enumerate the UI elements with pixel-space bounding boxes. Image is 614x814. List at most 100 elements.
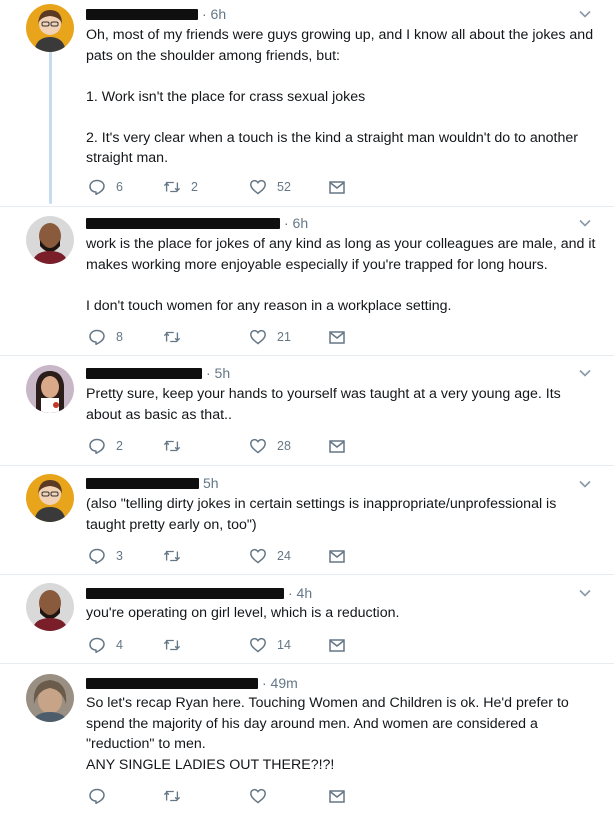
retweet-icon xyxy=(163,440,181,452)
tweet-actions xyxy=(86,786,506,806)
divider xyxy=(0,663,614,664)
like-count: 21 xyxy=(277,330,291,344)
heart-icon xyxy=(250,329,266,345)
reply-count: 4 xyxy=(116,638,123,652)
tweet-header: 5h xyxy=(86,474,219,492)
like-count: 14 xyxy=(277,638,291,652)
avatar[interactable] xyxy=(26,674,74,722)
like-button[interactable] xyxy=(249,786,277,806)
reply-count: 3 xyxy=(116,549,123,563)
reply-count: 6 xyxy=(116,180,123,194)
avatar[interactable] xyxy=(26,4,74,52)
tweet-text: So let's recap Ryan here. Touching Women… xyxy=(86,693,596,775)
tweet-paragraph: Pretty sure, keep your hands to yourself… xyxy=(86,386,565,423)
retweet-button[interactable] xyxy=(163,786,191,806)
tweet-text: (also "telling dirty jokes in certain se… xyxy=(86,494,596,535)
tweet-header: · 5h xyxy=(86,364,230,382)
retweet-button[interactable] xyxy=(163,546,191,566)
tweet-paragraph: Oh, most of my friends were guys growing… xyxy=(86,27,598,64)
direct-message-button[interactable] xyxy=(328,635,346,655)
retweet-count: 2 xyxy=(191,180,198,194)
divider xyxy=(0,206,614,207)
like-count: 28 xyxy=(277,439,291,453)
tweet-actions: 6 2 52 xyxy=(86,177,506,197)
retweet-button[interactable] xyxy=(163,436,191,456)
divider xyxy=(0,574,614,575)
avatar[interactable] xyxy=(26,583,74,631)
direct-message-button[interactable] xyxy=(328,436,346,456)
like-button[interactable]: 14 xyxy=(249,635,291,655)
reply-button[interactable]: 4 xyxy=(88,635,123,655)
retweet-icon xyxy=(163,639,181,651)
heart-icon xyxy=(250,788,266,804)
timestamp[interactable]: · 6h xyxy=(202,5,226,23)
reply-button[interactable]: 8 xyxy=(88,327,123,347)
conversation-thread: · 6h Oh, most of my friends were guys gr… xyxy=(0,0,614,814)
tweet-text: Oh, most of my friends were guys growing… xyxy=(86,25,596,169)
redacted-username xyxy=(86,587,284,599)
tweet-actions: 8 21 xyxy=(86,327,506,347)
heart-icon xyxy=(250,548,266,564)
avatar[interactable] xyxy=(26,216,74,264)
envelope-icon xyxy=(329,181,345,194)
tweet-paragraph: I don't touch women for any reason in a … xyxy=(86,297,452,314)
tweet-paragraph: So let's recap Ryan here. Touching Women… xyxy=(86,695,569,773)
like-button[interactable]: 21 xyxy=(249,327,291,347)
timestamp[interactable]: · 6h xyxy=(284,214,308,232)
envelope-icon xyxy=(329,639,345,652)
redacted-username xyxy=(86,677,258,689)
tweet-paragraph: work is the place for jokes of any kind … xyxy=(86,236,600,273)
redacted-username xyxy=(86,477,199,489)
chevron-down-icon[interactable] xyxy=(578,7,594,23)
heart-icon xyxy=(250,179,266,195)
envelope-icon xyxy=(329,550,345,563)
thread-connector-line xyxy=(49,46,52,204)
tweet-header: · 6h xyxy=(86,5,226,23)
retweet-icon xyxy=(163,331,181,343)
timestamp[interactable]: 5h xyxy=(203,474,219,492)
reply-icon xyxy=(89,788,105,805)
heart-icon xyxy=(250,438,266,454)
tweet-paragraph: 1. Work isn't the place for crass sexual… xyxy=(86,88,366,105)
envelope-icon xyxy=(329,440,345,453)
reply-icon xyxy=(89,548,105,565)
envelope-icon xyxy=(329,790,345,803)
tweet-paragraph: (also "telling dirty jokes in certain se… xyxy=(86,496,561,533)
avatar[interactable] xyxy=(26,365,74,413)
timestamp[interactable]: · 49m xyxy=(262,674,298,692)
chevron-down-icon[interactable] xyxy=(578,586,594,602)
direct-message-button[interactable] xyxy=(328,546,346,566)
timestamp[interactable]: · 4h xyxy=(288,584,312,602)
reply-count: 2 xyxy=(116,439,123,453)
tweet-actions: 3 24 xyxy=(86,546,506,566)
tweet-paragraph: you're operating on girl level, which is… xyxy=(86,605,400,621)
tweet-header: · 4h xyxy=(86,584,312,602)
retweet-icon xyxy=(163,550,181,562)
envelope-icon xyxy=(329,331,345,344)
retweet-button[interactable]: 2 xyxy=(163,177,198,197)
reply-button[interactable]: 6 xyxy=(88,177,123,197)
avatar[interactable] xyxy=(26,474,74,522)
direct-message-button[interactable] xyxy=(328,786,346,806)
reply-button[interactable]: 2 xyxy=(88,436,123,456)
direct-message-button[interactable] xyxy=(328,327,346,347)
like-button[interactable]: 52 xyxy=(249,177,291,197)
reply-icon xyxy=(89,179,105,196)
chevron-down-icon[interactable] xyxy=(578,216,594,232)
like-count: 52 xyxy=(277,180,291,194)
chevron-down-icon[interactable] xyxy=(578,477,594,493)
chevron-down-icon[interactable] xyxy=(578,366,594,382)
reply-button[interactable]: 3 xyxy=(88,546,123,566)
like-button[interactable]: 24 xyxy=(249,546,291,566)
like-button[interactable]: 28 xyxy=(249,436,291,456)
like-count: 24 xyxy=(277,549,291,563)
retweet-icon xyxy=(163,181,181,193)
timestamp[interactable]: · 5h xyxy=(206,364,230,382)
retweet-button[interactable] xyxy=(163,327,191,347)
retweet-icon xyxy=(163,790,181,802)
reply-button[interactable] xyxy=(88,786,116,806)
retweet-button[interactable] xyxy=(163,635,191,655)
redacted-username xyxy=(86,367,202,379)
reply-count: 8 xyxy=(116,330,123,344)
direct-message-button[interactable] xyxy=(328,177,346,197)
